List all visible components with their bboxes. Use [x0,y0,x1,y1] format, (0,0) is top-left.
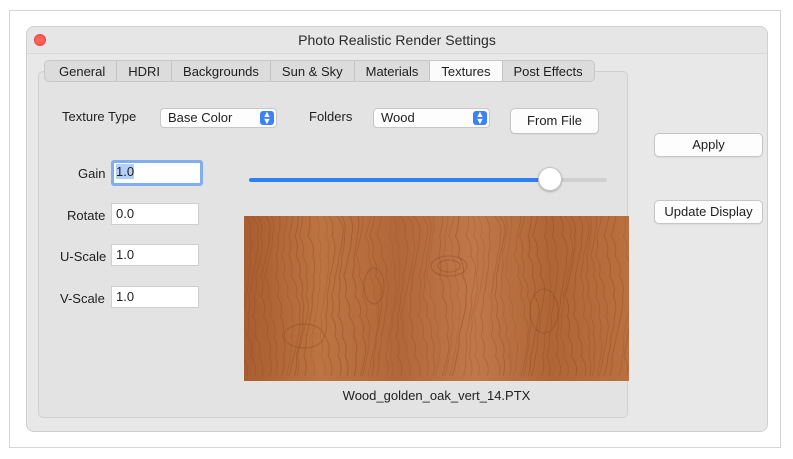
chevron-updown-icon: ▲ ▼ [473,110,487,126]
tab-bar: General HDRI Backgrounds Sun & Sky Mater… [44,60,595,82]
tab-textures[interactable]: Textures [429,61,502,81]
title-bar: Photo Realistic Render Settings [27,27,767,54]
texture-type-value: Base Color [168,110,233,125]
v-scale-input[interactable]: 1.0 [111,286,199,308]
gain-slider-fill [249,178,550,182]
tab-materials[interactable]: Materials [353,61,430,81]
v-scale-label: V-Scale [60,291,105,306]
texture-type-label: Texture Type [62,109,137,124]
u-scale-input[interactable]: 1.0 [111,244,199,266]
rotate-input[interactable]: 0.0 [111,203,199,225]
chevron-updown-icon: ▲ ▼ [260,110,274,126]
tab-backgrounds[interactable]: Backgrounds [171,61,270,81]
texture-type-select[interactable]: Base Color ▲ ▼ [160,108,277,128]
tab-sun-sky[interactable]: Sun & Sky [269,61,354,81]
window-title: Photo Realistic Render Settings [298,32,496,48]
gain-value: 1.0 [116,164,135,179]
folders-label: Folders [309,109,353,124]
tab-general[interactable]: General [45,61,116,81]
tab-post-effects[interactable]: Post Effects [501,61,594,81]
tab-hdri[interactable]: HDRI [116,61,171,81]
gain-input[interactable]: 1.0 [111,160,203,186]
folders-select[interactable]: Wood ▲ ▼ [373,108,490,128]
gain-slider[interactable] [249,167,607,191]
texture-filename: Wood_golden_oak_vert_14.PTX [342,388,531,403]
from-file-button[interactable]: From File [510,108,599,134]
gain-slider-knob[interactable] [537,167,562,191]
rotate-label: Rotate [67,208,106,223]
folders-value: Wood [381,110,415,125]
apply-button[interactable]: Apply [654,133,763,157]
u-scale-label: U-Scale [60,249,107,264]
texture-preview-image [244,216,629,381]
update-display-button[interactable]: Update Display [654,200,763,224]
gain-label: Gain [78,166,106,181]
render-settings-window: Photo Realistic Render Settings General … [26,26,768,432]
